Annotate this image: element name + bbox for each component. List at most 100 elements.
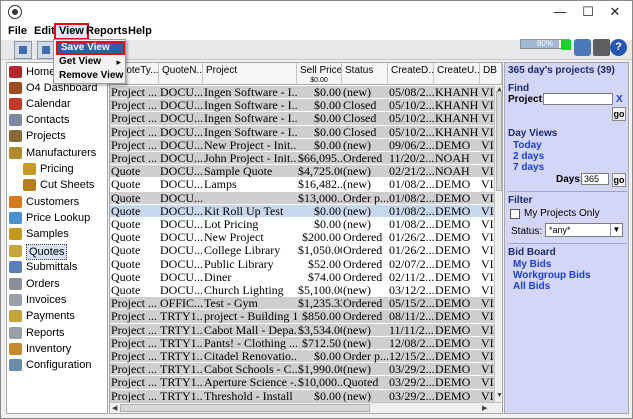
column-header[interactable]: QuoteN...: [159, 63, 203, 85]
table-row[interactable]: Quote DOCU... Public Library $52.00 Ordered 0…: [110, 257, 494, 271]
table-cell: Sample Quote: [204, 165, 273, 179]
table-cell: DOCU...: [160, 244, 203, 258]
sidebar-item[interactable]: Price Lookup: [7, 210, 108, 226]
workgroup-bids-link[interactable]: Workgroup Bids: [513, 270, 591, 281]
sidebar-item[interactable]: Cut Sheets: [7, 177, 108, 193]
table-cell: Ordered: [343, 297, 383, 311]
table-cell: DEMO: [435, 204, 471, 218]
sidebar-item[interactable]: Manufacturers: [7, 145, 108, 161]
save-view-menu-item[interactable]: Save View: [56, 41, 125, 55]
sidebar-item[interactable]: Contacts: [7, 112, 108, 128]
table-cell: Cabot Schools - C...: [204, 363, 297, 377]
column-header[interactable]: DB: [480, 63, 502, 85]
table-row[interactable]: Quote DOCU... New Project $200.00 Ordered 01/…: [110, 231, 494, 245]
window-icon[interactable]: [593, 39, 610, 56]
table-row[interactable]: Project ... TRTY1... project - Building 1 $…: [110, 310, 494, 324]
sidebar-item[interactable]: Reports: [7, 325, 108, 341]
table-cell: DOCU...: [160, 270, 203, 284]
menu-help[interactable]: Help: [125, 24, 155, 39]
sidebar-item[interactable]: Submittals: [7, 259, 108, 275]
sidebar-item[interactable]: Customers: [7, 194, 108, 210]
horizontal-scrollbar[interactable]: ◀ ▶: [110, 402, 502, 413]
days-input[interactable]: [581, 173, 609, 185]
table-row[interactable]: Project ... DOCU... Ingen Software - I... $…: [110, 99, 494, 113]
sidebar-item[interactable]: Calendar: [7, 96, 108, 112]
table-cell: John Project - Init...: [204, 152, 297, 165]
sidebar-item[interactable]: Invoices: [7, 292, 108, 308]
table-row[interactable]: Project ... DOCU... John Project - Init...…: [110, 152, 494, 166]
remove-view-menu-item[interactable]: Remove View: [56, 69, 125, 83]
sidebar-item[interactable]: Quotes: [7, 243, 108, 260]
column-header[interactable]: CreateU...: [434, 63, 480, 85]
column-header[interactable]: Status: [342, 63, 388, 85]
table-row[interactable]: Quote DOCU... Kit Roll Up Test $0.00 (new) 01…: [110, 204, 494, 218]
vertical-scrollbar[interactable]: ▲ ▼: [494, 86, 502, 402]
sidebar-item[interactable]: Configuration: [7, 357, 108, 373]
vertical-scroll-thumb[interactable]: [496, 91, 502, 191]
table-cell: DEMO: [435, 244, 471, 258]
today-link[interactable]: Today: [513, 140, 542, 151]
table-cell: (new): [343, 323, 371, 337]
sidebar-item-label: Samples: [26, 228, 69, 240]
table-cell: Project ...: [111, 350, 157, 363]
table-row[interactable]: Project ... OFFIC... Test - Gym $1,235.33 Or…: [110, 297, 494, 311]
sidebar-item[interactable]: Inventory: [7, 341, 108, 357]
table-cell: $0.00: [314, 86, 341, 99]
help-icon[interactable]: ?: [610, 39, 627, 56]
table-cell: Closed: [343, 99, 377, 113]
sidebar-item[interactable]: Pricing: [7, 161, 108, 177]
table-row[interactable]: Quote DOCU... Church Lighting $5,100.00 (new…: [110, 284, 494, 298]
menu-file[interactable]: File: [5, 24, 30, 39]
scroll-left-icon[interactable]: ◀: [112, 404, 117, 412]
table-cell: Ingen Software - I...: [204, 112, 297, 126]
table-row[interactable]: Project ... TRTY1... Aperture Science -...…: [110, 376, 494, 390]
clear-project-button[interactable]: X: [616, 94, 623, 105]
table-row[interactable]: Project ... DOCU... Ingen Software - I... $…: [110, 86, 494, 100]
sidebar-item[interactable]: Samples: [7, 226, 108, 242]
table-cell: VIE: [481, 191, 494, 205]
column-header[interactable]: CreateD...: [388, 63, 434, 85]
seven-days-link[interactable]: 7 days: [513, 162, 544, 173]
toolbar-refresh-icon[interactable]: [14, 41, 32, 59]
sidebar-item[interactable]: Payments: [7, 308, 108, 324]
project-search-input[interactable]: [543, 93, 613, 105]
get-view-menu-item[interactable]: Get View: [56, 55, 125, 69]
column-header[interactable]: Sell Price $0.00: [297, 63, 342, 85]
table-row[interactable]: Project ... TRTY1... Pants! - Clothing ...…: [110, 336, 494, 350]
sidebar-item[interactable]: Projects: [7, 128, 108, 144]
column-header[interactable]: Project: [203, 63, 297, 85]
table-row[interactable]: Project ... DOCU... Ingen Software - I... $…: [110, 125, 494, 139]
panel-title: 365 day's projects (39): [508, 65, 615, 76]
all-bids-link[interactable]: All Bids: [513, 281, 550, 292]
users-icon[interactable]: [574, 39, 591, 56]
two-days-link[interactable]: 2 days: [513, 151, 544, 162]
table-row[interactable]: Quote DOCU... Lamps $16,482... (new) 01/08/2.…: [110, 178, 494, 192]
table-row[interactable]: Quote DOCU... College Library $1,050.00 Orde…: [110, 244, 494, 258]
table-cell: project - Building 1: [204, 310, 297, 324]
close-button[interactable]: ✕: [598, 1, 632, 23]
sidebar-item[interactable]: Orders: [7, 276, 108, 292]
table-row[interactable]: Quote DOCU... Diner $74.00 Ordered 02/11/2...…: [110, 270, 494, 284]
table-cell: DOCU...: [160, 152, 203, 165]
table-row[interactable]: Project ... TRTY1... Threshold - Install $0…: [110, 389, 494, 402]
table-row[interactable]: Quote DOCU... $13,000... Order p... 01/08/2.…: [110, 191, 494, 205]
table-cell: Ingen Software - I...: [204, 99, 297, 113]
table-header: QuoteTy... QuoteN... Project Sell Price $0.0…: [110, 63, 502, 85]
table-row[interactable]: Project ... TRTY1... Citadel Renovatio... $…: [110, 350, 494, 364]
my-projects-only-checkbox[interactable]: [510, 209, 520, 219]
table-row[interactable]: Project ... TRTY1... Cabot Schools - C... $…: [110, 363, 494, 377]
project-go-button[interactable]: go: [612, 107, 626, 121]
days-go-button[interactable]: go: [612, 173, 626, 187]
sidebar-item-label: Home: [26, 66, 56, 78]
status-select[interactable]: *any* ▼: [545, 223, 623, 237]
table-row[interactable]: Quote DOCU... Sample Quote $4,725.00 (new) 02…: [110, 165, 494, 179]
table-row[interactable]: Quote DOCU... Lot Pricing $0.00 (new) 01/08/2…: [110, 218, 494, 232]
scroll-down-icon[interactable]: ▼: [496, 392, 502, 399]
table-row[interactable]: Project ... DOCU... New Project - Init... $…: [110, 138, 494, 152]
my-bids-link[interactable]: My Bids: [513, 259, 551, 270]
scroll-right-icon[interactable]: ▶: [482, 404, 487, 412]
table-row[interactable]: Project ... DOCU... Ingen Software - I... $…: [110, 112, 494, 126]
horizontal-scroll-thumb[interactable]: [120, 404, 370, 412]
table-row[interactable]: Project ... TRTY1... Cabot Mall - Depa... $…: [110, 323, 494, 337]
menu-reports[interactable]: Reports: [83, 24, 131, 39]
